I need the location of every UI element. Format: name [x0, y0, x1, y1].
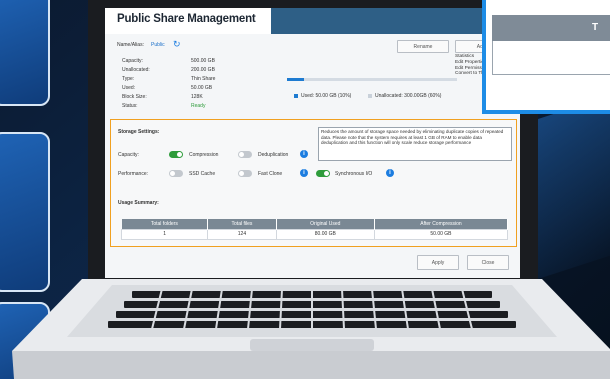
deduplication-toggle[interactable]: [238, 151, 252, 158]
cell-total-files: 124: [207, 228, 277, 240]
type-value: Thin Share: [191, 76, 216, 82]
fast-clone-info-icon[interactable]: i: [300, 169, 308, 177]
laptop-keyboard: [12, 279, 610, 379]
unallocated-legend: Unallocated: 300.00GB (60%): [375, 93, 442, 99]
storage-settings-panel: Storage Settings: Reduces the amount of …: [110, 119, 517, 247]
status-label: Status:: [122, 103, 138, 109]
window-title: Public Share Management: [117, 13, 256, 25]
block-size-value: 128K: [191, 94, 203, 100]
cell-original-used: 80.00 GB: [275, 228, 375, 240]
used-value: 50.00 GB: [191, 85, 213, 91]
performance-setting-label: Performance:: [118, 171, 149, 177]
dedup-info-icon[interactable]: i: [300, 150, 308, 158]
left-tile-middle: [0, 132, 50, 292]
compression-toggle[interactable]: [169, 151, 183, 158]
synchronous-io-toggle[interactable]: [316, 170, 330, 177]
used-label: Used:: [122, 85, 136, 91]
left-tile-top: [0, 0, 50, 106]
compression-label: Compression: [189, 152, 219, 158]
used-legend: Used: 50.00 GB (10%): [301, 93, 352, 99]
storage-settings-heading: Storage Settings:: [118, 129, 160, 135]
name-alias-label: Name/Alias:: [117, 42, 144, 48]
unallocated-value: 200.00 GB: [191, 67, 215, 73]
col-total-files: Total files: [207, 219, 277, 229]
cell-after-compression: 50.00 GB: [373, 228, 509, 240]
ssd-cache-label: SSD Cache: [189, 171, 216, 177]
capacity-label: Capacity:: [122, 58, 143, 64]
secondary-window-header: T: [492, 15, 610, 41]
col-original-used: Original Used: [276, 219, 375, 229]
secondary-window-body: [492, 41, 610, 75]
usage-summary-heading: Usage Summary:: [118, 200, 159, 206]
fast-clone-toggle[interactable]: [238, 170, 252, 177]
refresh-icon[interactable]: ↻: [173, 39, 181, 50]
scene-background: Public Share Management Name/Alias: Publ…: [0, 0, 610, 379]
usage-summary-header-row: Total folders Total files Original Used …: [121, 219, 509, 229]
rename-button[interactable]: Rename: [397, 40, 449, 53]
secondary-window: T: [482, 0, 610, 114]
deduplication-label: Deduplication: [258, 152, 289, 158]
synchronous-io-label: Synchronous I/O: [335, 171, 373, 177]
usage-bar: [287, 78, 457, 81]
unallocated-legend-swatch: [368, 94, 372, 98]
close-button[interactable]: Close: [467, 255, 509, 270]
col-total-folders: Total folders: [121, 219, 209, 229]
fast-clone-label: Fast Clone: [258, 171, 283, 177]
table-row: 1 124 80.00 GB 50.00 GB: [120, 228, 509, 240]
type-label: Type:: [122, 76, 135, 82]
dedup-info-tooltip: Reduces the amount of storage space need…: [318, 127, 512, 161]
name-alias-value: Public: [151, 42, 165, 48]
capacity-setting-label: Capacity:: [118, 152, 139, 158]
capacity-value: 500.00 GB: [191, 58, 215, 64]
cell-total-folders: 1: [120, 228, 209, 240]
unallocated-label: Unallocated:: [122, 67, 150, 73]
status-value: Ready: [191, 103, 206, 109]
ssd-cache-toggle[interactable]: [169, 170, 183, 177]
col-after-compression: After Compression: [374, 219, 509, 229]
block-size-label: Block Size:: [122, 94, 147, 100]
apply-button[interactable]: Apply: [417, 255, 459, 270]
usage-summary-table: Total folders Total files Original Used …: [120, 219, 509, 240]
used-legend-swatch: [294, 94, 298, 98]
share-management-window: Public Share Management Name/Alias: Publ…: [105, 8, 520, 278]
usage-bar-used: [287, 78, 304, 81]
synchronous-io-info-icon[interactable]: i: [386, 169, 394, 177]
